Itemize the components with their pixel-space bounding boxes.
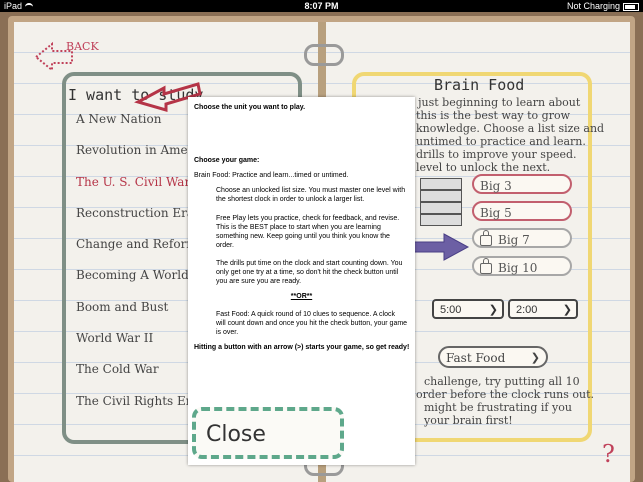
brain-food-title: Brain Food — [434, 76, 525, 94]
list-size-label: Big 7 — [498, 233, 530, 247]
unit-item[interactable]: The Cold War — [76, 362, 159, 376]
instructions-text: the shortest clock in order to unlock a … — [216, 196, 365, 203]
unit-item[interactable]: A New Nation — [76, 112, 161, 126]
brain-food-text: knowledge. Choose a list size and — [416, 122, 605, 135]
list-size-big-3-button[interactable]: Big 3 — [472, 174, 572, 194]
fast-food-button[interactable]: Fast Food ❯ — [438, 346, 548, 368]
time-label: 5:00 — [440, 304, 462, 316]
chevron-right-icon: ❯ — [530, 351, 540, 364]
lock-icon — [480, 230, 492, 246]
back-button[interactable]: BACK — [34, 40, 100, 73]
fast-food-text: challenge, try putting all 10 — [424, 375, 580, 388]
fast-food-label: Fast Food — [446, 351, 506, 365]
time-5-00-button[interactable]: 5:00 ❯ — [432, 299, 504, 319]
brain-food-text: this is the best way to grow — [416, 109, 571, 122]
unit-item-selected[interactable]: The U. S. Civil War — [76, 175, 190, 189]
time-label: 2:00 — [516, 304, 538, 316]
unit-item[interactable]: Change and Reform — [76, 237, 198, 251]
list-size-big-10-button[interactable]: Big 10 — [472, 256, 572, 276]
battery-status: Not Charging — [567, 0, 639, 12]
instructions-text: you are sure you are ready. — [216, 278, 302, 285]
status-bar: iPad 8:07 PM Not Charging — [0, 0, 643, 12]
fast-food-text: order before the clock runs out. — [416, 388, 595, 401]
start-hint: Hitting a button with an arrow (>) start… — [194, 344, 410, 351]
chevron-right-icon: ❯ — [488, 304, 498, 316]
brain-food-desc: Brain Food: Practice and learn...timed o… — [194, 172, 349, 179]
choose-game-heading: Choose your game: — [194, 157, 260, 164]
unit-item[interactable]: World War II — [76, 331, 153, 345]
brain-food-text: level to unlock the next. — [416, 161, 551, 174]
instructions-text: order. — [216, 242, 234, 249]
instructions-text: The drills put time on the clock and sta… — [216, 260, 403, 267]
instructions-text: Choose an unlocked list size. You must m… — [216, 187, 406, 194]
chevron-right-icon: ❯ — [562, 304, 572, 316]
list-size-label: Big 10 — [498, 261, 538, 275]
fast-food-text: your brain first! — [424, 414, 513, 427]
instructions-text: Free Play lets you practice, check for f… — [216, 215, 400, 222]
brain-food-text: drills to improve your speed. — [416, 148, 577, 161]
battery-icon — [623, 2, 639, 11]
instructions-text: This is the BEST place to start when you… — [216, 224, 381, 231]
fast-food-text: might be frustrating if you — [424, 401, 572, 414]
book-stack-icon — [420, 178, 462, 228]
back-label: BACK — [66, 40, 99, 53]
instructions-text: something new. Keep going until you thin… — [216, 233, 390, 240]
list-size-big-5-button[interactable]: Big 5 — [472, 201, 572, 221]
unit-item[interactable]: Boom and Bust — [76, 300, 168, 314]
clock: 8:07 PM — [304, 1, 339, 11]
close-button[interactable]: Close — [192, 407, 344, 459]
or-separator: **OR** — [290, 293, 313, 300]
fast-food-desc: is over. — [216, 329, 239, 336]
lock-icon — [480, 258, 492, 274]
binder-ring-icon — [304, 44, 344, 66]
instructions-text: only get one try at a time, so don't hit… — [216, 269, 399, 276]
choose-unit-text: Choose the unit you want to play. — [194, 104, 306, 111]
brain-food-text: untimed to practice and learn. — [416, 135, 586, 148]
fast-food-desc: Fast Food: A quick round of 10 clues to … — [216, 311, 395, 318]
unit-item[interactable]: Reconstruction Era — [76, 206, 194, 220]
time-2-00-button[interactable]: 2:00 ❯ — [508, 299, 578, 319]
list-size-big-7-button[interactable]: Big 7 — [472, 228, 572, 248]
unit-item[interactable]: The Civil Rights Era — [76, 394, 199, 408]
fast-food-desc: will count down and once you hit the che… — [216, 320, 408, 327]
help-button[interactable]: ? — [602, 440, 615, 468]
